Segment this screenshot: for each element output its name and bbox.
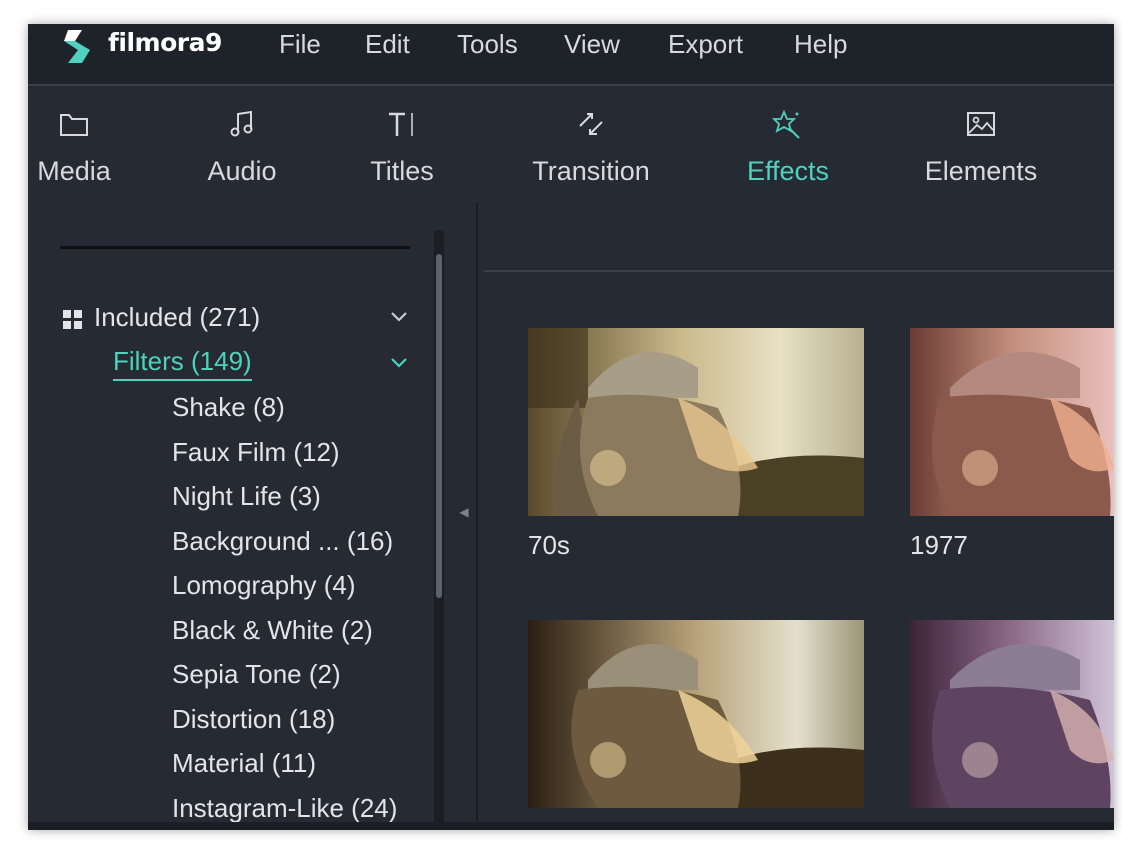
search-divider [60, 246, 410, 249]
category-included-label: Included (271) [94, 302, 261, 332]
effects-grid: 70s 1977 [478, 202, 1114, 830]
category-filters-label: Filters (149) [113, 346, 252, 381]
filter-subcategory-list: Shake (8) Faux Film (12) Night Life (3) … [172, 390, 442, 830]
menu-help[interactable]: Help [794, 29, 847, 60]
filter-item-sepia-tone[interactable]: Sepia Tone (2) [172, 657, 442, 702]
collapse-sidebar-icon[interactable]: ◀ [458, 502, 470, 522]
effect-label-70s: 70s [528, 530, 570, 560]
effects-icon [772, 109, 800, 139]
tab-titles[interactable]: Titles [352, 86, 452, 202]
filter-item-shake[interactable]: Shake (8) [172, 390, 442, 435]
category-included[interactable]: Included (271) [60, 302, 422, 338]
filter-item-black-white[interactable]: Black & White (2) [172, 613, 442, 658]
tab-media[interactable]: Media [28, 86, 124, 202]
tab-titles-label: Titles [370, 156, 434, 186]
effect-label-1977: 1977 [910, 530, 968, 560]
filter-item-background[interactable]: Background ... (16) [172, 524, 442, 569]
menu-tools[interactable]: Tools [457, 29, 518, 60]
chevron-down-icon[interactable] [388, 308, 410, 326]
tab-transition-label: Transition [532, 156, 650, 186]
tab-media-label: Media [37, 156, 111, 186]
music-note-icon [230, 110, 253, 137]
grid-icon [63, 310, 82, 329]
filter-item-distortion[interactable]: Distortion (18) [172, 702, 442, 747]
effect-card-1977[interactable]: 1977 [910, 328, 1114, 578]
folder-icon [60, 114, 88, 136]
category-filters[interactable]: Filters (149) [113, 346, 423, 386]
filter-item-material[interactable]: Material (11) [172, 746, 442, 791]
effect-thumbnail [528, 620, 864, 808]
sidebar-scroll-thumb[interactable] [436, 254, 442, 598]
content-divider [484, 270, 1114, 272]
menu-view[interactable]: View [564, 29, 620, 60]
menu-bar: filmora9 File Edit Tools View Export Hel… [28, 24, 1114, 84]
tab-transition[interactable]: Transition [506, 86, 676, 202]
effect-thumbnail [910, 620, 1114, 808]
effect-thumbnail-70s [528, 328, 864, 516]
filter-item-faux-film[interactable]: Faux Film (12) [172, 435, 442, 480]
tab-effects-label: Effects [746, 156, 830, 186]
transition-icon [579, 113, 603, 135]
filter-item-lomography[interactable]: Lomography (4) [172, 568, 442, 613]
tab-audio-label: Audio [207, 156, 277, 186]
library-tabs: Media Audio Titles Transition Effects El… [28, 86, 1114, 263]
category-sidebar: Included (271) Filters (149) Shake (8) F… [28, 202, 476, 830]
filmora-logo-icon [64, 30, 90, 63]
chevron-down-icon[interactable] [388, 354, 410, 372]
text-icon [389, 112, 413, 136]
filmora-window: filmora9 File Edit Tools View Export Hel… [28, 24, 1114, 830]
effect-card[interactable] [910, 620, 1114, 830]
filter-item-night-life[interactable]: Night Life (3) [172, 479, 442, 524]
tab-elements-label: Elements [924, 156, 1038, 186]
brand-name: filmora9 [108, 28, 222, 57]
effect-thumbnail-1977 [910, 328, 1114, 516]
tab-audio[interactable]: Audio [192, 86, 292, 202]
menu-file[interactable]: File [279, 29, 321, 60]
menu-export[interactable]: Export [668, 29, 743, 60]
tab-effects[interactable]: Effects [733, 86, 843, 202]
menu-edit[interactable]: Edit [365, 29, 410, 60]
image-icon [967, 112, 995, 136]
tab-elements[interactable]: Elements [908, 86, 1054, 202]
effect-card-70s[interactable]: 70s [528, 328, 864, 578]
panel-bottom-edge [28, 822, 1114, 830]
effect-card[interactable] [528, 620, 864, 830]
